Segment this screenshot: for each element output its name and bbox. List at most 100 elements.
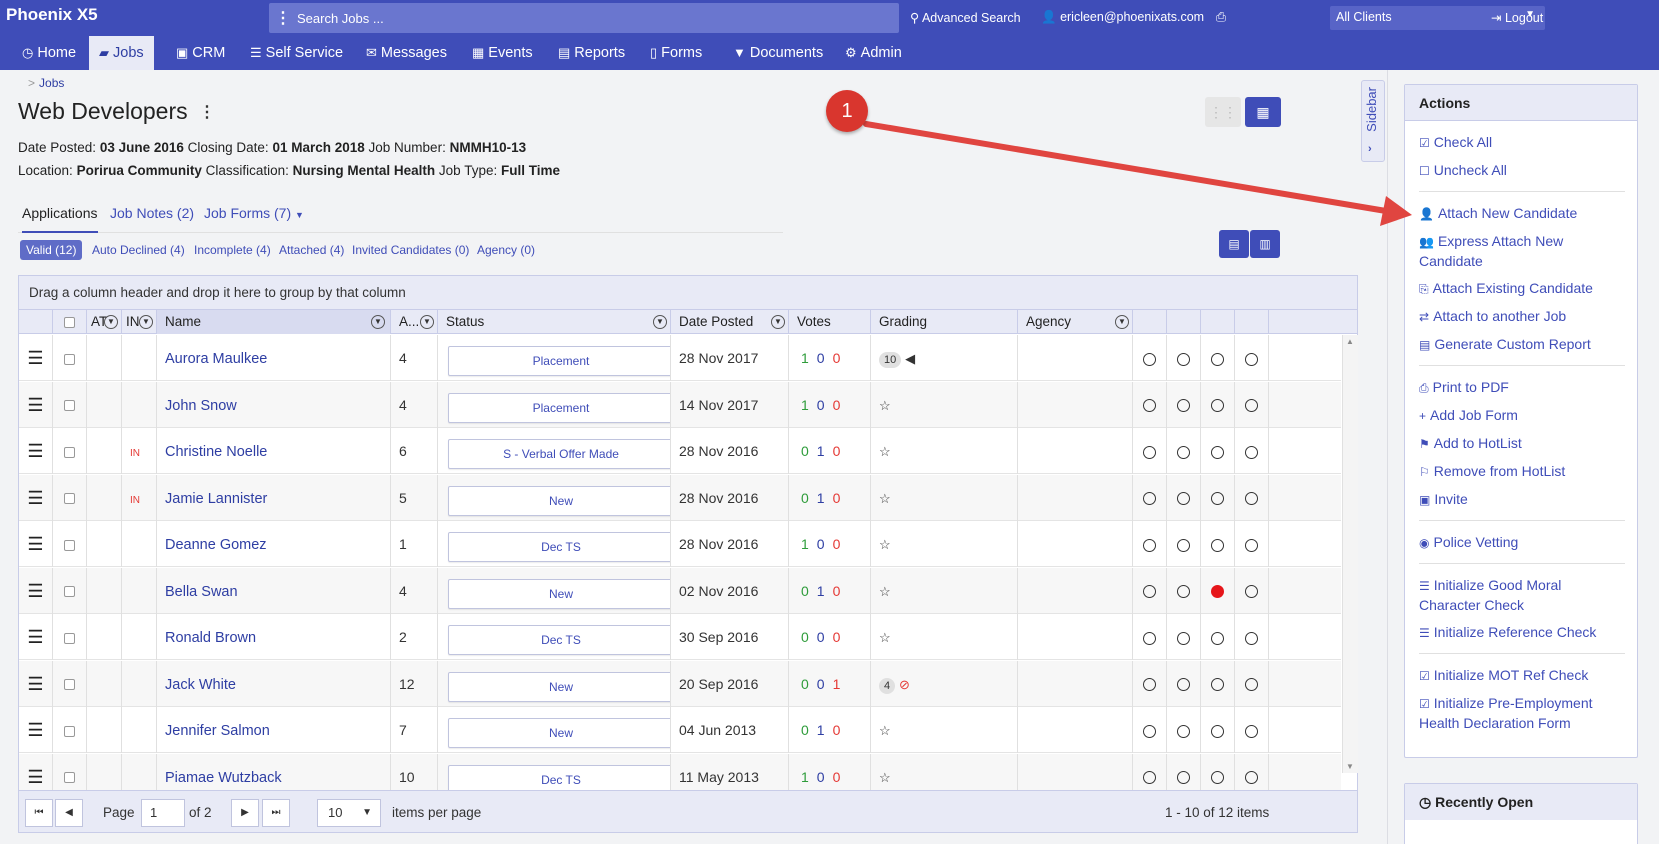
row-radio[interactable] [1177,445,1190,459]
row-checkbox[interactable] [64,586,75,598]
vote-no-count[interactable]: 0 [833,350,841,366]
vote-no-count[interactable]: 0 [833,536,841,552]
row-radio[interactable] [1245,399,1258,413]
vote-yes-count[interactable]: 1 [801,350,809,366]
header-status[interactable]: Status ▼ [437,310,670,334]
filter-valid[interactable]: Valid (12) [20,240,83,260]
action-generate-custom-report[interactable]: ▤ Generate Custom Report [1419,331,1625,359]
page-number-input[interactable]: 1 [141,799,185,827]
row-radio[interactable] [1143,724,1156,738]
export-pdf-icon[interactable]: ▥ [1250,230,1280,258]
search-input[interactable] [297,3,899,33]
tab-applications[interactable]: Applications [22,205,98,233]
action-police-vetting[interactable]: ◉ Police Vetting [1419,529,1625,557]
drag-handle-icon[interactable]: ☰ [19,521,52,567]
row-checkbox[interactable] [64,353,75,365]
vote-neutral-count[interactable]: 1 [817,722,825,738]
row-select[interactable] [52,660,86,707]
star-icon[interactable]: ☆ [879,537,891,552]
row-radio[interactable] [1211,724,1224,738]
filter-icon[interactable]: ▼ [1115,315,1129,329]
candidate-name-link[interactable]: Piamae Wutzback [165,770,282,786]
row-checkbox[interactable] [64,539,75,551]
filter-icon[interactable]: ▼ [104,315,118,329]
table-row[interactable]: ☰ Aurora Maulkee 4 Placement 28 Nov 2017 1 0 0 1… [19,335,1341,381]
row-radio[interactable] [1211,631,1224,645]
nav-jobs[interactable]: ▰ Jobs [89,36,154,70]
row-radio[interactable] [1245,538,1258,552]
table-row[interactable]: ☰ John Snow 4 Placement 14 Nov 2017 1 0 0 ☆ [19,381,1341,428]
row-radio[interactable] [1143,492,1156,506]
row-radio[interactable] [1143,538,1156,552]
table-row[interactable]: ☰ IN Jamie Lannister 5 New 28 Nov 2016 0 1 0 ☆ [19,474,1341,521]
row-radio[interactable] [1245,678,1258,692]
app-brand[interactable]: Phoenix X5 [6,5,98,25]
vote-neutral-count[interactable]: 0 [817,397,825,413]
row-radio[interactable] [1211,678,1224,692]
action-print-to-pdf[interactable]: ⎙ Print to PDF [1419,374,1625,402]
drag-handle-icon[interactable]: ☰ [19,614,52,660]
action-attach-existing-candidate[interactable]: ⎘ Attach Existing Candidate [1419,275,1625,303]
header-agency[interactable]: Agency ▼ [1017,310,1132,334]
items-per-page-select[interactable]: 10 ▼ [317,799,381,827]
table-row[interactable]: ☰ Jack White 12 New 20 Sep 2016 0 0 1 4 ⊘ [19,660,1341,707]
row-radio[interactable] [1143,445,1156,459]
vote-neutral-count[interactable]: 1 [817,490,825,506]
tile-view-icon[interactable]: ▦ [1245,97,1281,127]
filter-icon[interactable]: ▼ [653,315,667,329]
action-attach-new-candidate[interactable]: 👤 Attach New Candidate [1419,200,1625,228]
vote-no-count[interactable]: 1 [833,676,841,692]
table-row[interactable]: ☰ Deanne Gomez 1 Dec TS 28 Nov 2016 1 0 0 ☆ [19,521,1341,567]
row-radio[interactable] [1143,352,1156,366]
candidate-name-link[interactable]: Jennifer Salmon [165,723,270,739]
vote-yes-count[interactable]: 0 [801,490,809,506]
row-radio[interactable] [1177,724,1190,738]
status-button[interactable]: Placement [448,392,670,423]
vote-yes-count[interactable]: 1 [801,769,809,785]
vote-no-count[interactable]: 0 [833,769,841,785]
breadcrumb-jobs-link[interactable]: Jobs [39,76,64,90]
row-checkbox[interactable] [64,725,75,737]
row-checkbox[interactable] [64,493,75,505]
row-radio[interactable] [1177,585,1190,599]
candidate-name-link[interactable]: John Snow [165,398,237,414]
row-radio[interactable] [1211,445,1224,459]
header-name[interactable]: Name ▼ [156,310,390,334]
advanced-search-link[interactable]: ⚲ Advanced Search [910,10,1021,25]
row-radio[interactable] [1177,399,1190,413]
row-checkbox[interactable] [64,632,75,644]
candidate-name-link[interactable]: Ronald Brown [165,630,256,646]
group-drop-zone[interactable]: Drag a column header and drop it here to… [19,276,1357,310]
table-row[interactable]: ☰ Jennifer Salmon 7 New 04 Jun 2013 0 1 0 ☆ [19,707,1341,753]
vote-no-count[interactable]: 0 [833,397,841,413]
action-initialize-pre-employment-health-declaration-form[interactable]: ☑ Initialize Pre-Employment Health Declar… [1419,690,1625,737]
drag-handle-icon[interactable]: ☰ [19,475,52,521]
select-all-checkbox[interactable] [64,316,75,328]
header-a[interactable]: A... ▼ [390,310,437,334]
row-radio[interactable] [1143,771,1156,785]
drag-handle-icon[interactable]: ☰ [19,568,52,614]
action-check-all[interactable]: ☑ Check All [1419,129,1625,157]
row-radio[interactable] [1177,538,1190,552]
header-at[interactable]: AT ▼ [86,310,121,334]
action-initialize-good-moral-character-check[interactable]: ☰ Initialize Good Moral Character Check [1419,572,1625,619]
row-radio[interactable] [1245,724,1258,738]
status-button[interactable]: Dec TS [448,625,670,655]
action-remove-from-hotlist[interactable]: ⚐ Remove from HotList [1419,458,1625,486]
row-radio[interactable] [1143,678,1156,692]
nav-self-service[interactable]: ☰ Self Service [240,36,353,70]
tab-job-notes[interactable]: Job Notes (2) [110,205,194,233]
candidate-name-link[interactable]: Christine Noelle [165,444,267,460]
action-attach-to-another-job[interactable]: ⇄ Attach to another Job [1419,303,1625,331]
grid-scrollbar[interactable]: ▲ ▼ [1342,335,1358,773]
row-select[interactable] [52,707,86,753]
row-radio[interactable] [1177,352,1190,366]
export-excel-icon[interactable]: ▤ [1219,230,1249,258]
user-menu[interactable]: 👤 ericleen@phoenixats.com [1041,10,1204,25]
star-icon[interactable]: ☆ [879,584,891,599]
vote-neutral-count[interactable]: 0 [817,676,825,692]
vote-yes-count[interactable]: 1 [801,397,809,413]
row-select[interactable] [52,335,86,381]
vote-neutral-count[interactable]: 0 [817,769,825,785]
row-radio[interactable] [1211,585,1224,599]
